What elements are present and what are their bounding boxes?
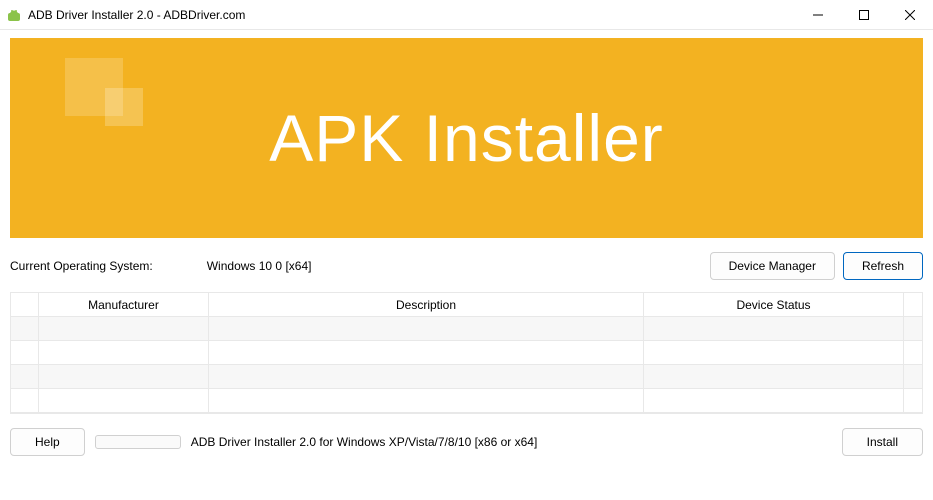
table-header: Manufacturer Description Device Status [11, 293, 922, 317]
table-row[interactable] [11, 317, 922, 341]
maximize-button[interactable] [841, 0, 887, 29]
device-manager-button[interactable]: Device Manager [710, 252, 835, 280]
table-header-manufacturer[interactable]: Manufacturer [39, 293, 209, 317]
titlebar: ADB Driver Installer 2.0 - ADBDriver.com [0, 0, 933, 30]
device-table: Manufacturer Description Device Status [10, 292, 923, 414]
banner-title: APK Installer [269, 100, 664, 176]
minimize-button[interactable] [795, 0, 841, 29]
banner: APK Installer [10, 38, 923, 238]
table-row[interactable] [11, 389, 922, 413]
progress-bar [95, 435, 181, 449]
window-title: ADB Driver Installer 2.0 - ADBDriver.com [28, 8, 245, 22]
table-row[interactable] [11, 341, 922, 365]
help-button[interactable]: Help [10, 428, 85, 456]
install-button[interactable]: Install [842, 428, 923, 456]
app-icon [6, 7, 22, 23]
table-header-end [904, 293, 922, 317]
table-row[interactable] [11, 365, 922, 389]
refresh-button[interactable]: Refresh [843, 252, 923, 280]
close-button[interactable] [887, 0, 933, 29]
table-header-checkbox[interactable] [11, 293, 39, 317]
os-label: Current Operating System: [10, 259, 153, 273]
window-controls [795, 0, 933, 29]
footer-status-text: ADB Driver Installer 2.0 for Windows XP/… [191, 435, 538, 449]
table-header-device-status[interactable]: Device Status [644, 293, 904, 317]
os-value: Windows 10 0 [x64] [207, 259, 312, 273]
table-header-description[interactable]: Description [209, 293, 644, 317]
